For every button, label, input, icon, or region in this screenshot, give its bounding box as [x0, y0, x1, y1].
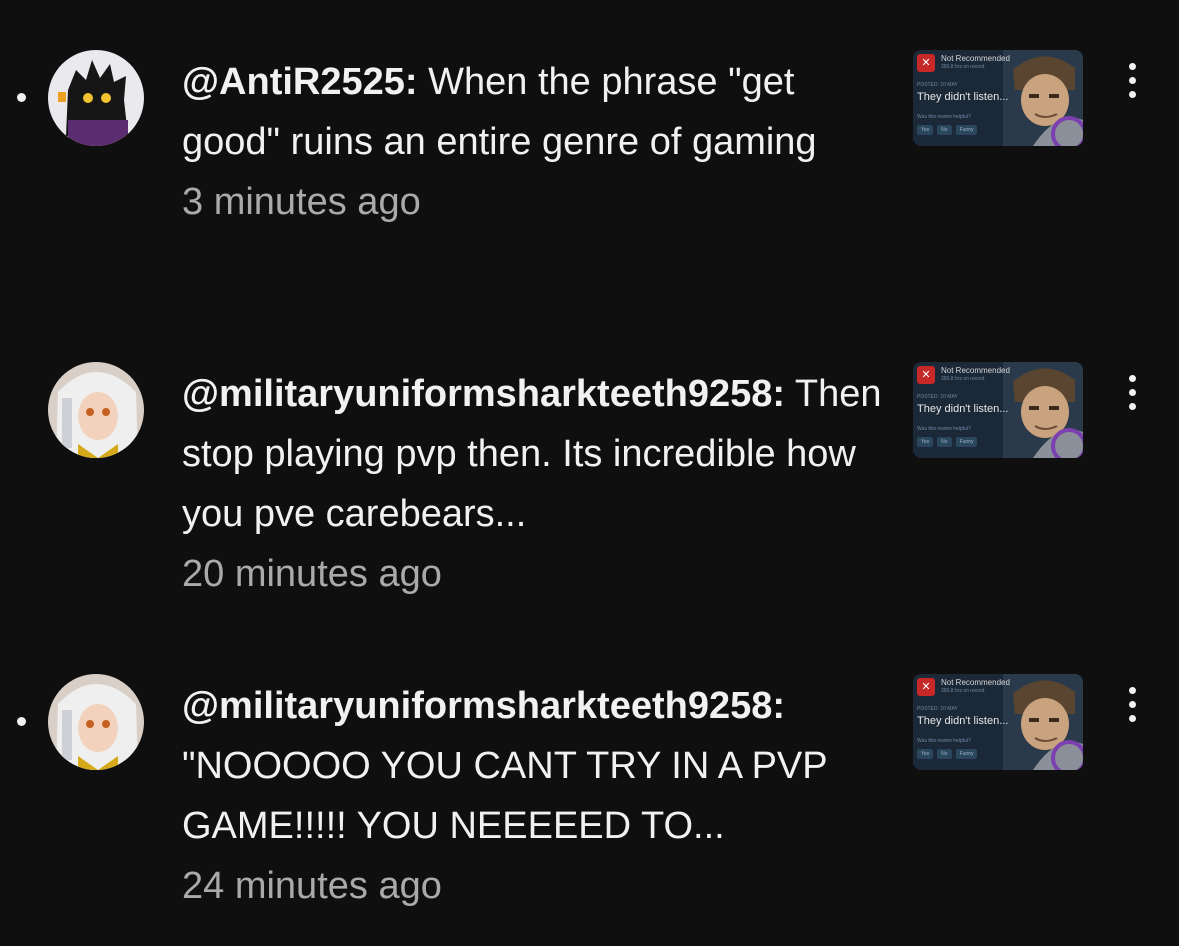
timestamp: 3 minutes ago — [182, 181, 421, 223]
video-thumbnail[interactable]: ✕ Not Recommended 360.8 hrs on record PO… — [913, 674, 1083, 770]
video-thumbnail[interactable]: ✕ Not Recommended 360.8 hrs on record PO… — [913, 50, 1083, 146]
notification-item[interactable]: @militaryuniformsharkteeth9258: "NOOOOO … — [0, 674, 1179, 944]
review-no: No — [937, 437, 952, 447]
notification-item[interactable]: @militaryuniformsharkteeth9258: Then sto… — [0, 362, 1179, 632]
thumbnail-character-image — [1003, 50, 1083, 146]
notification-item[interactable]: @AntiR2525: When the phrase "get good" r… — [0, 50, 1179, 320]
review-quote: They didn't listen... — [917, 403, 1009, 415]
notification-feed: @AntiR2525: When the phrase "get good" r… — [0, 0, 1179, 946]
notification-text: @militaryuniformsharkteeth9258: Then sto… — [182, 364, 882, 604]
timestamp: 20 minutes ago — [182, 553, 442, 595]
video-thumbnail[interactable]: ✕ Not Recommended 360.8 hrs on record PO… — [913, 362, 1083, 458]
thumbnail-character-image — [1003, 362, 1083, 458]
review-helpful: Was this review helpful? — [917, 426, 971, 432]
comment-author[interactable]: @AntiR2525: — [182, 61, 418, 103]
review-hours: 360.8 hrs on record — [941, 688, 985, 694]
more-vert-icon[interactable] — [1112, 684, 1152, 724]
avatar[interactable] — [48, 362, 144, 458]
review-no: No — [937, 125, 952, 135]
review-posted: POSTED: 10 MAY — [917, 706, 958, 712]
avatar[interactable] — [48, 674, 144, 770]
comment-author[interactable]: @militaryuniformsharkteeth9258: — [182, 373, 785, 415]
review-badge: Not Recommended — [941, 678, 1010, 687]
review-no: No — [937, 749, 952, 759]
more-vert-icon[interactable] — [1112, 372, 1152, 412]
thumbs-down-icon: ✕ — [917, 54, 935, 72]
review-funny: Funny — [955, 125, 978, 135]
review-buttons: Yes No Funny — [917, 125, 978, 135]
review-buttons: Yes No Funny — [917, 437, 978, 447]
notification-text: @AntiR2525: When the phrase "get good" r… — [182, 52, 882, 232]
review-funny: Funny — [955, 749, 978, 759]
review-yes: Yes — [917, 437, 934, 447]
thumbs-down-icon: ✕ — [917, 366, 935, 384]
notification-text: @militaryuniformsharkteeth9258: "NOOOOO … — [182, 676, 882, 916]
review-posted: POSTED: 10 MAY — [917, 394, 958, 400]
unread-dot — [17, 717, 26, 726]
review-helpful: Was this review helpful? — [917, 114, 971, 120]
review-badge: Not Recommended — [941, 366, 1010, 375]
timestamp: 24 minutes ago — [182, 865, 442, 907]
comment-text: "NOOOOO YOU CANT TRY IN A PVP GAME!!!!! … — [182, 745, 827, 847]
thumbs-down-icon: ✕ — [917, 678, 935, 696]
review-buttons: Yes No Funny — [917, 749, 978, 759]
review-funny: Funny — [955, 437, 978, 447]
review-yes: Yes — [917, 749, 934, 759]
review-quote: They didn't listen... — [917, 91, 1009, 103]
unread-dot — [17, 93, 26, 102]
avatar[interactable] — [48, 50, 144, 146]
review-helpful: Was this review helpful? — [917, 738, 971, 744]
review-badge: Not Recommended — [941, 54, 1010, 63]
review-hours: 360.8 hrs on record — [941, 376, 985, 382]
more-vert-icon[interactable] — [1112, 60, 1152, 100]
thumbnail-character-image — [1003, 674, 1083, 770]
comment-author[interactable]: @militaryuniformsharkteeth9258: — [182, 685, 785, 727]
review-yes: Yes — [917, 125, 934, 135]
review-hours: 360.8 hrs on record — [941, 64, 985, 70]
review-posted: POSTED: 10 MAY — [917, 82, 958, 88]
review-quote: They didn't listen... — [917, 715, 1009, 727]
